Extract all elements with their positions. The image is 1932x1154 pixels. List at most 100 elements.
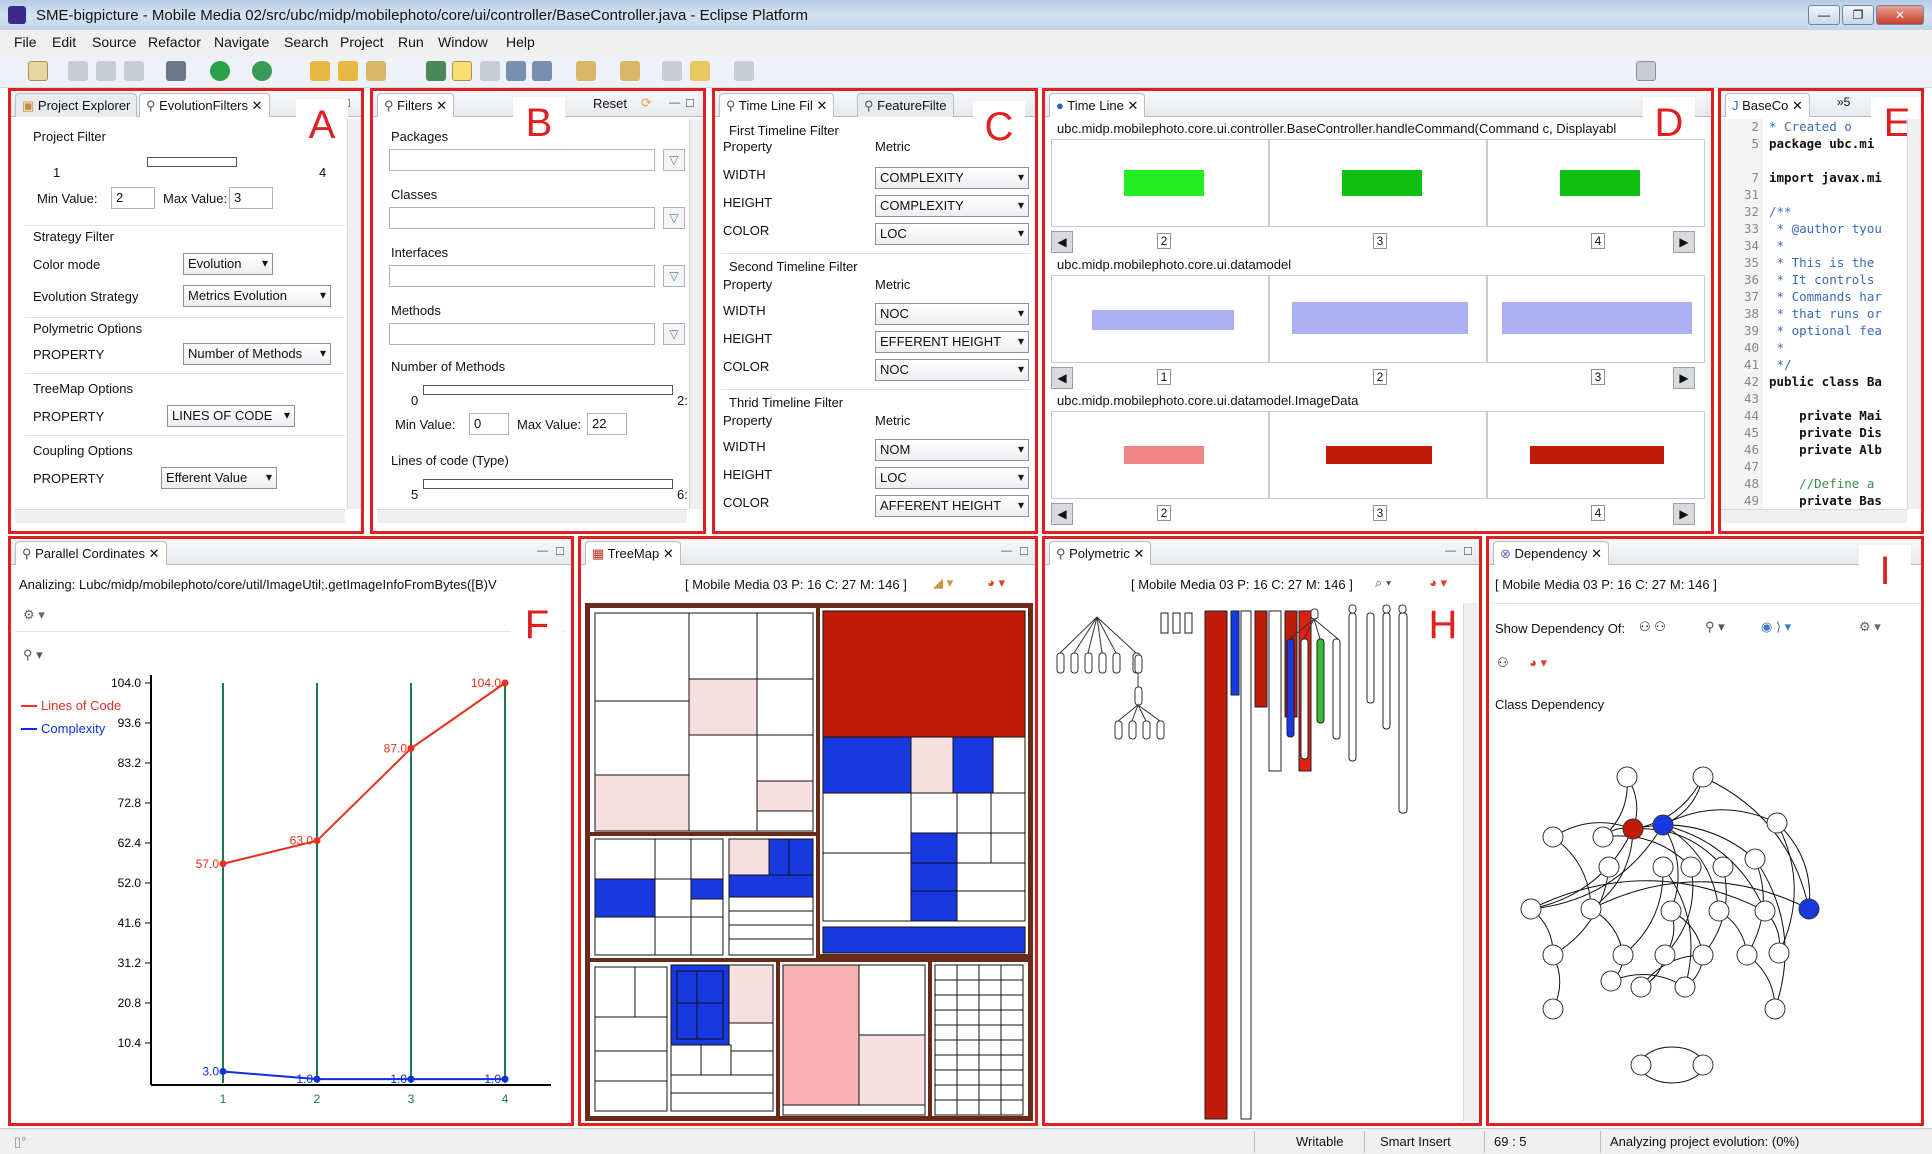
data-point[interactable]: [219, 860, 227, 868]
treemap-node[interactable]: [594, 966, 636, 1018]
class-node[interactable]: [1580, 898, 1602, 920]
class-node[interactable]: [1680, 856, 1702, 878]
treemap-node[interactable]: [992, 736, 1026, 794]
treemap-node[interactable]: [700, 1044, 732, 1076]
class-node[interactable]: [1128, 720, 1137, 740]
class-node[interactable]: [1542, 998, 1564, 1020]
filter-icon[interactable]: ▽: [663, 207, 685, 229]
refresh-icon[interactable]: ◉ ⟩ ▾: [1761, 619, 1791, 635]
save-icon[interactable]: [68, 61, 88, 81]
evolution-strategy-select[interactable]: Metrics Evolution: [183, 285, 331, 307]
treemap-node[interactable]: [782, 1104, 926, 1116]
mark-occurrences-icon[interactable]: [426, 61, 446, 81]
close-icon[interactable]: ✕: [436, 98, 447, 113]
tab-feature-filter[interactable]: ⚲ FeatureFilte: [857, 93, 954, 117]
treemap-node[interactable]: [690, 838, 724, 880]
reset-button[interactable]: Reset: [593, 96, 627, 111]
treemap-node[interactable]: [670, 1074, 774, 1094]
treemap-node[interactable]: [956, 792, 992, 834]
treemap-node[interactable]: [956, 964, 980, 981]
timeline-cell[interactable]: [1269, 411, 1487, 499]
new-icon[interactable]: [28, 61, 48, 81]
treemap-node[interactable]: [956, 1054, 980, 1071]
methods-input[interactable]: [389, 323, 655, 345]
treemap-node[interactable]: [978, 1054, 1002, 1071]
paragraph-icon[interactable]: [532, 61, 552, 81]
treemap-node[interactable]: [910, 862, 958, 892]
menu-help[interactable]: Help: [506, 34, 535, 50]
treemap-node[interactable]: [990, 832, 1026, 864]
maximize-icon[interactable]: ☐: [685, 97, 695, 110]
class-node[interactable]: [1660, 900, 1682, 922]
treemap-node[interactable]: [690, 878, 724, 900]
treemap-node[interactable]: [858, 1034, 926, 1106]
class-node[interactable]: [1598, 856, 1620, 878]
treemap-node[interactable]: [952, 736, 994, 794]
treemap-node[interactable]: [910, 832, 958, 864]
hierarchy-icon[interactable]: ⚲ ▾: [1705, 619, 1725, 635]
treemap-node[interactable]: [1000, 1099, 1024, 1116]
data-point[interactable]: [313, 1075, 321, 1083]
close-icon[interactable]: ✕: [252, 98, 263, 113]
polymetric-bar[interactable]: [1316, 638, 1325, 724]
forward-icon[interactable]: [734, 61, 754, 81]
vertical-scrollbar[interactable]: [1907, 119, 1921, 509]
tab-treemap[interactable]: ▦ TreeMap ✕: [585, 541, 681, 565]
class-node[interactable]: [1134, 686, 1143, 706]
treemap-node[interactable]: [756, 734, 814, 782]
tab-base-controller[interactable]: J BaseCo ✕: [1725, 93, 1810, 117]
num-methods-slider[interactable]: [423, 385, 673, 395]
pie-chart-icon[interactable]: ◕ ▾: [1529, 655, 1547, 671]
treemap-node[interactable]: [728, 838, 770, 876]
interfaces-input[interactable]: [389, 265, 655, 287]
treemap-node[interactable]: [594, 612, 690, 702]
polymetric-bar[interactable]: [1398, 612, 1408, 814]
fast-view-icon[interactable]: ▯°: [14, 1134, 26, 1150]
class-node[interactable]: [1766, 812, 1788, 834]
height-select[interactable]: LOC: [875, 467, 1029, 489]
horizontal-scrollbar[interactable]: [15, 509, 345, 523]
treemap-node[interactable]: [1000, 1084, 1024, 1101]
treemap-node[interactable]: [728, 938, 814, 956]
treemap-node[interactable]: [1000, 1039, 1024, 1056]
minimize-icon[interactable]: —: [669, 97, 680, 109]
minimize-icon[interactable]: —: [1001, 545, 1012, 557]
width-select[interactable]: NOM: [875, 439, 1029, 461]
treemap-node[interactable]: [978, 994, 1002, 1011]
class-node[interactable]: [1084, 652, 1093, 674]
color-select[interactable]: LOC: [875, 223, 1029, 245]
paint-icon[interactable]: ◢ ▾: [933, 575, 953, 591]
menu-window[interactable]: Window: [438, 34, 488, 50]
data-point[interactable]: [501, 679, 509, 687]
pencil-icon[interactable]: [366, 61, 386, 81]
treemap-node[interactable]: [978, 1069, 1002, 1086]
polymetric-bar[interactable]: [1332, 638, 1341, 740]
class-node[interactable]: [1630, 1054, 1652, 1076]
next-annotation-icon[interactable]: [576, 61, 596, 81]
treemap-node[interactable]: [956, 1099, 980, 1116]
run-icon[interactable]: [210, 61, 230, 81]
open-perspective-icon[interactable]: [1636, 61, 1656, 81]
menu-edit[interactable]: Edit: [52, 34, 76, 50]
class-node[interactable]: [1134, 654, 1143, 674]
color-select[interactable]: AFFERENT HEIGHT: [875, 495, 1029, 517]
polymetric-bar[interactable]: [1268, 610, 1282, 772]
treemap-node[interactable]: [910, 792, 958, 834]
class-node[interactable]: [1520, 898, 1542, 920]
menu-run[interactable]: Run: [398, 34, 424, 50]
treemap-node[interactable]: [756, 612, 814, 680]
polymetric-bar[interactable]: [1300, 638, 1309, 760]
treemap-node[interactable]: [910, 736, 954, 794]
treemap-node[interactable]: [978, 1084, 1002, 1101]
class-node[interactable]: [1744, 848, 1766, 870]
close-button[interactable]: ✕: [1876, 5, 1924, 25]
tab-timeline-filter[interactable]: ⚲ Time Line Fil ✕: [719, 93, 835, 117]
treemap-node[interactable]: [688, 612, 758, 680]
timeline-cell[interactable]: [1487, 411, 1705, 499]
external-tools-icon[interactable]: [252, 61, 272, 81]
horizontal-scrollbar[interactable]: [1721, 509, 1907, 523]
polymetric-bar[interactable]: [1184, 612, 1193, 634]
treemap-node[interactable]: [688, 734, 758, 832]
treemap-node[interactable]: [956, 1039, 980, 1056]
class-node[interactable]: [1070, 652, 1079, 674]
